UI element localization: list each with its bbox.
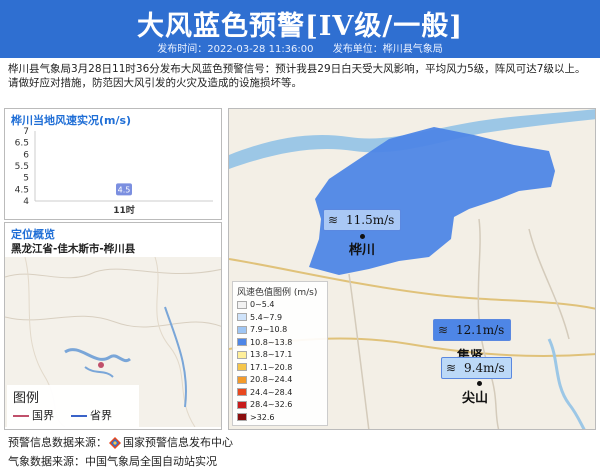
y-tick-label: 7	[23, 127, 29, 137]
legend-swatch	[237, 363, 247, 371]
location-panel-title: 定位概览	[11, 228, 55, 241]
y-tick-label: 4.5	[15, 185, 29, 195]
y-tick-label: 5	[23, 174, 29, 184]
legend-swatch	[237, 325, 247, 334]
legend-swatch	[237, 375, 247, 384]
legend-label: 5.4~7.9	[250, 312, 283, 322]
legend-label: >32.6	[250, 412, 275, 422]
location-path: 黑龙江省-佳木斯市-桦川县	[11, 243, 136, 255]
national-border-swatch	[13, 415, 29, 417]
wind-legend-title: 风速色值图例 (m/s)	[237, 288, 318, 298]
legend-swatch	[237, 350, 247, 359]
station-wind-huachuan[interactable]: ≋ 11.5m/s	[323, 209, 402, 231]
wind-icon: ≋	[446, 361, 457, 375]
warning-source-line: 预警信息数据来源： 国家预警信息发布中心	[8, 436, 233, 449]
legend-swatch	[237, 300, 247, 309]
main-map[interactable]: ≋11.5m/s 桦川 ≋12.1m/s 集贤 ≋9.4m/s 尖山 风速色值图…	[228, 108, 596, 430]
legend-label: 10.8~13.8	[250, 337, 293, 347]
legend-swatch	[237, 388, 247, 396]
publish-unit: 发布单位：桦川县气象局	[332, 44, 443, 55]
wind-legend-item: 24.4~28.4	[237, 387, 292, 398]
overview-legend: 图例 国界 省界	[7, 385, 139, 429]
wind-legend-item: 0~5.4	[237, 299, 275, 310]
station-dot-jianshan	[477, 381, 482, 386]
city-huachuan: 桦川	[349, 243, 376, 258]
legend-swatch	[237, 413, 247, 421]
location-marker	[98, 362, 104, 368]
weather-source-line: 气象数据来源：中国气象局全国自动站实况	[8, 455, 217, 468]
wind-legend-item: >32.6	[237, 412, 275, 423]
legend-item-provincial-border: 省界	[71, 407, 112, 423]
provincial-border-swatch	[71, 415, 87, 417]
wind-legend-item: 20.8~24.4	[237, 374, 292, 385]
wind-legend-item: 13.8~17.1	[237, 349, 292, 360]
legend-swatch	[237, 338, 247, 346]
wind-speed-panel: 桦川当地风速实况(m/s) 7 6.5 6 5.5 5 4.5 4 4.5 11时	[4, 108, 222, 220]
wind-icon: ≋	[328, 213, 339, 227]
legend-label: 17.1~20.8	[250, 362, 293, 372]
legend-swatch	[237, 313, 247, 321]
city-jianshan: 尖山	[462, 391, 489, 406]
warning-description: 桦川县气象局3月28日11时36分发布大风蓝色预警信号：预计我县29日白天受大风…	[8, 63, 586, 89]
overview-legend-title: 图例	[13, 391, 40, 406]
legend-label: 7.9~10.8	[250, 325, 288, 334]
station-wind-jixian[interactable]: ≋ 12.1m/s	[433, 319, 512, 341]
legend-label: 20.8~24.4	[250, 375, 293, 384]
station-wind-jianshan[interactable]: ≋ 9.4m/s	[441, 357, 512, 379]
warning-title: 大风蓝色预警[IV级/一般]	[137, 11, 463, 42]
legend-label: 13.8~17.1	[250, 350, 293, 359]
y-tick-label: 6	[23, 150, 29, 160]
wind-legend-item: 7.9~10.8	[237, 324, 287, 335]
publish-meta: 发布时间：2022-03-28 11:36:00 发布单位：桦川县气象局	[0, 40, 600, 55]
y-tick-label: 6.5	[15, 139, 29, 149]
data-label: 4.5	[118, 185, 131, 194]
wind-speed-chart: 76.565.554.544.511时	[15, 127, 213, 216]
release-center-logo-icon	[109, 437, 121, 449]
y-tick-label: 4	[23, 197, 29, 207]
legend-label: 24.4~28.4	[250, 387, 293, 397]
warning-source-name: 国家预警信息发布中心	[123, 436, 233, 449]
location-panel: 定位概览 黑龙江省-佳木斯市-桦川县 图例 国界 省界	[4, 222, 222, 430]
legend-label: 28.4~32.6	[250, 400, 293, 409]
wind-legend-item: 5.4~7.9	[237, 312, 282, 323]
legend-item-national-border: 国界	[13, 407, 54, 423]
wind-legend-item: 10.8~13.8	[237, 337, 292, 348]
legend-label: 0~5.4	[250, 300, 275, 309]
y-tick-label: 5.5	[15, 162, 29, 172]
wind-legend-item: 28.4~32.6	[237, 399, 292, 410]
wind-color-legend: 风速色值图例 (m/s) 0~5.4 5.4~7.9 7.9~10.8 10.8~13…	[232, 281, 328, 426]
x-tick-label: 11时	[113, 204, 135, 216]
publish-time: 发布时间：2022-03-28 11:36:00	[157, 44, 314, 55]
wind-legend-item: 17.1~20.8	[237, 362, 292, 373]
header-banner: 大风蓝色预警[IV级/一般] 发布时间：2022-03-28 11:36:00 …	[0, 0, 600, 58]
legend-swatch	[237, 400, 247, 409]
wind-icon: ≋	[438, 323, 449, 337]
